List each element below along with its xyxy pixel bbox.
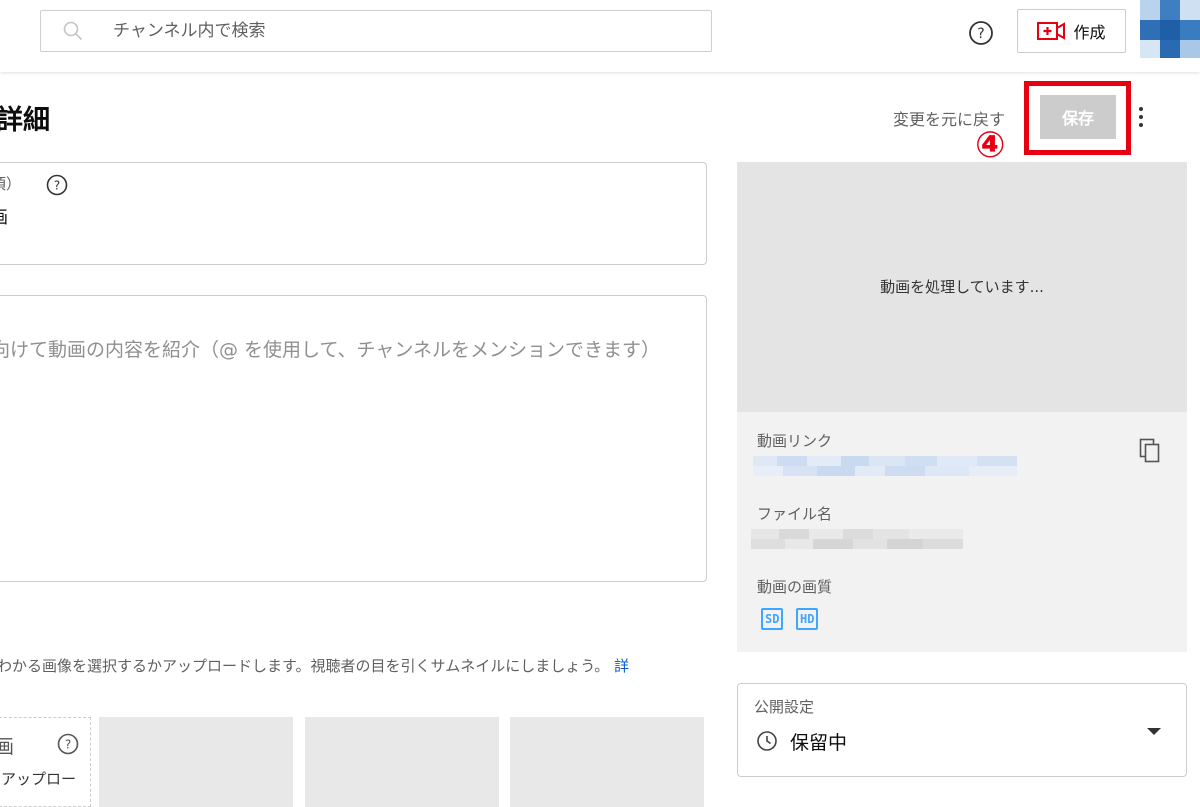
svg-text:?: ? [54, 179, 60, 193]
video-quality-label: 動画の画質 [757, 578, 833, 596]
search-input[interactable] [113, 11, 693, 51]
thumbnail-option[interactable] [99, 717, 293, 807]
video-link-label: 動画リンク [757, 432, 833, 450]
video-link-value-blurred[interactable] [753, 452, 1017, 480]
upload-thumbnail-tile[interactable]: 画 ? アップロー [0, 717, 91, 807]
image-upload-icon: 画 [0, 736, 15, 758]
title-field-label: 須） [0, 175, 22, 193]
title-field-value: 画 [0, 203, 8, 228]
video-info-panel: 動画を処理しています... 動画リンク ファイル名 動画の画質 SD HD [737, 162, 1187, 652]
visibility-dropdown[interactable]: 公開設定 保留中 [737, 683, 1187, 777]
thumbnail-description: わかる画像を選択するかアップロードします。視聴者の目を引くサムネイルにしましょう… [0, 655, 629, 676]
quality-badge-sd: SD [761, 608, 784, 630]
video-add-icon [1037, 22, 1066, 40]
learn-more-link[interactable]: 詳 [614, 657, 629, 675]
save-button[interactable]: 保存 [1040, 95, 1116, 139]
filename-value-blurred [751, 527, 963, 549]
help-icon[interactable]: ? [57, 733, 79, 755]
more-vertical-icon[interactable] [1134, 104, 1148, 130]
svg-text:?: ? [977, 26, 984, 42]
description-field[interactable]: 向けて動画の内容を紹介（@ を使用して、チャンネルをメンションできます） [0, 295, 707, 582]
svg-text:?: ? [65, 738, 71, 752]
upload-thumbnail-label: アップロー [1, 770, 77, 788]
search-icon[interactable] [63, 21, 83, 41]
help-icon[interactable]: ? [968, 20, 994, 46]
thumbnail-option[interactable] [305, 717, 499, 807]
thumbnail-option[interactable] [510, 717, 704, 807]
page-title: 詳細 [0, 105, 50, 136]
quality-badge-hd: HD [796, 608, 819, 630]
channel-search-box[interactable] [40, 10, 712, 52]
thumbnail-description-text: わかる画像を選択するかアップロードします。視聴者の目を引くサムネイルにしましょう… [0, 657, 610, 675]
step-annotation: ④ [975, 125, 1006, 166]
filename-label: ファイル名 [757, 505, 833, 523]
clock-icon [757, 731, 777, 751]
top-bar: ? 作成 [0, 0, 1200, 72]
video-preview: 動画を処理しています... [737, 162, 1187, 412]
help-icon[interactable]: ? [46, 174, 68, 196]
description-placeholder: 向けて動画の内容を紹介（@ を使用して、チャンネルをメンションできます） [0, 339, 660, 361]
copy-icon[interactable] [1139, 438, 1161, 464]
visibility-label: 公開設定 [754, 698, 815, 716]
avatar[interactable] [1140, 0, 1200, 58]
chevron-down-icon[interactable] [1144, 724, 1164, 738]
title-field[interactable]: 須） ? 画 [0, 162, 707, 265]
create-button[interactable]: 作成 [1017, 9, 1126, 53]
processing-status: 動画を処理しています... [880, 278, 1044, 296]
visibility-value: 保留中 [790, 732, 848, 754]
create-label: 作成 [1073, 23, 1106, 42]
